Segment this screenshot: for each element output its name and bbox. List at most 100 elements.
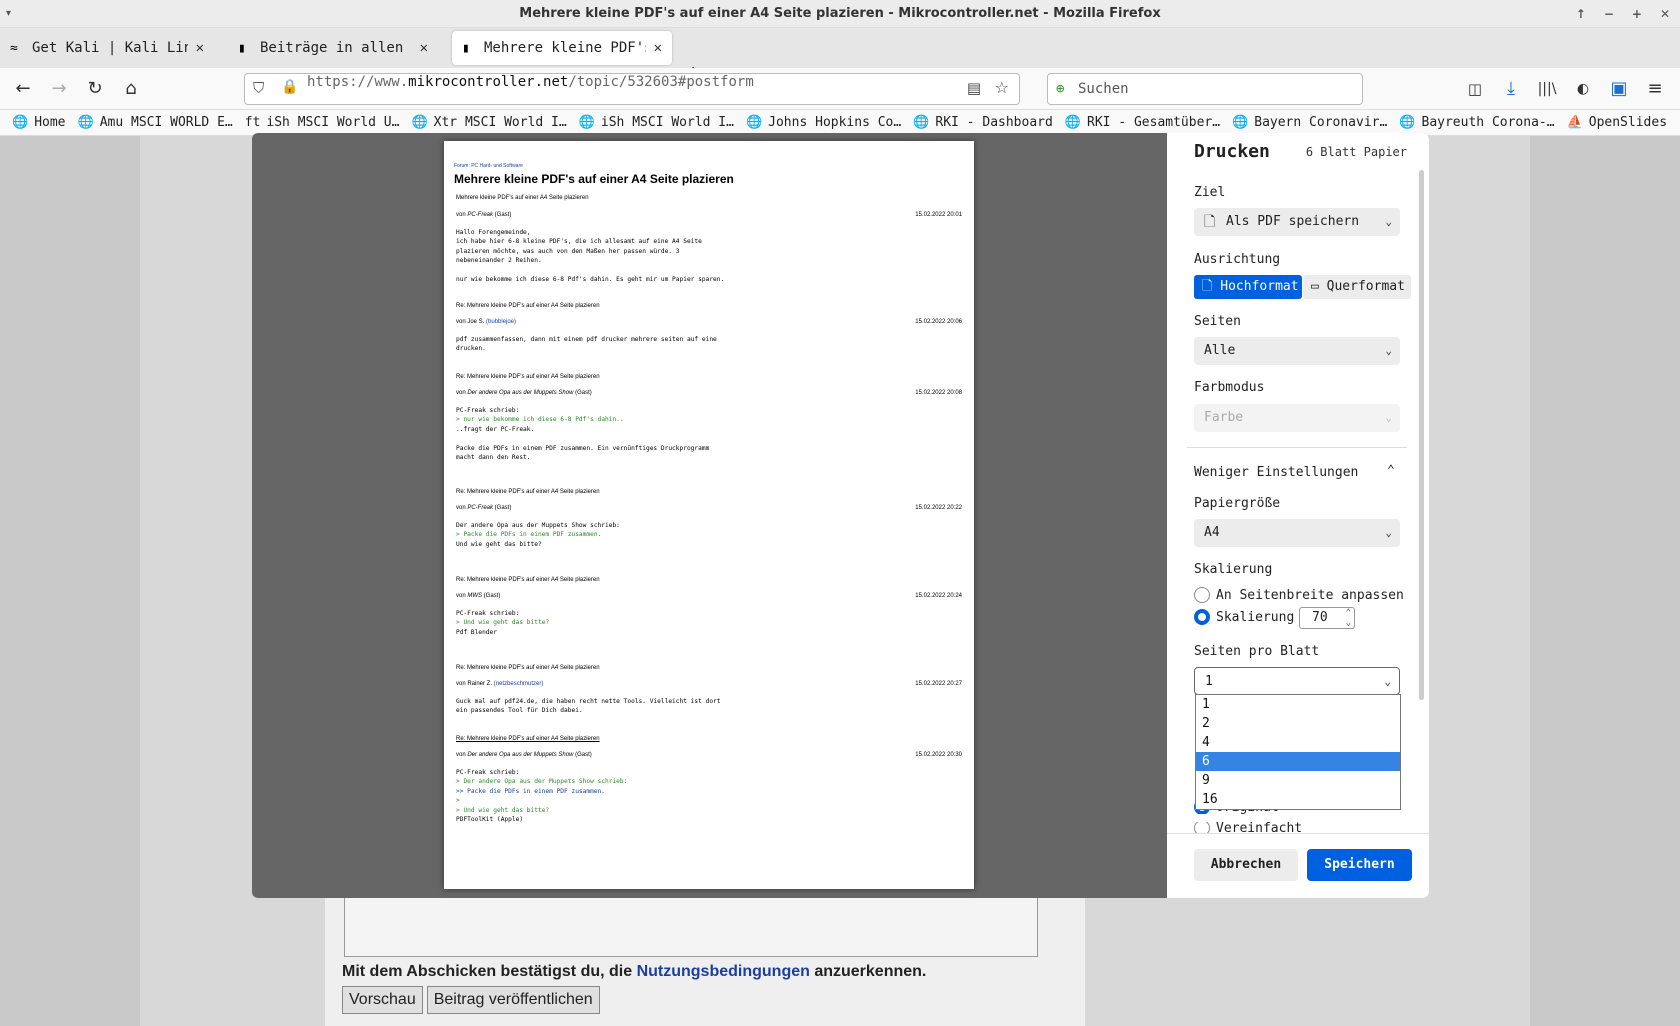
bookmark-item[interactable]: ⛵ OpenSlides (1567, 115, 1667, 130)
reader-view-icon[interactable]: ▤ (967, 79, 981, 97)
pages-per-sheet-dropdown[interactable]: 1 2 4 6 9 16 (1195, 694, 1401, 810)
page-icon: ▮ (238, 40, 246, 56)
color-mode-select[interactable]: Farbe ⌄ (1194, 404, 1400, 432)
bookmark-label: OpenSlides (1588, 115, 1668, 130)
home-icon[interactable]: ⌂ (118, 76, 144, 102)
globe-icon: 🌐 (1399, 115, 1416, 130)
bookmark-item[interactable]: 🌐 iSh MSCI World I… (579, 115, 734, 130)
close-tab-icon[interactable]: ✕ (196, 40, 204, 56)
sync-icon[interactable]: ▣ (1606, 76, 1632, 102)
custom-scale-radio[interactable]: Skalierung (1194, 609, 1294, 625)
downloads-icon[interactable]: ⤓ (1498, 76, 1524, 102)
tab-forum-posts[interactable]: ▮ Beiträge in allen Foren ✕ (228, 31, 438, 65)
divider (1187, 447, 1407, 448)
preview-post: Re: Mehrere kleine PDF's auf einer A4 Se… (456, 374, 962, 462)
tab-label: Mehrere kleine PDF's auf e (484, 40, 646, 56)
close-window-icon[interactable]: ✕ (1660, 0, 1670, 28)
pocket-icon[interactable]: ◫ (1462, 76, 1488, 102)
bookmark-item[interactable]: 🌐 Xtr MSCI World I… (411, 115, 566, 130)
bookmark-item[interactable]: ft iSh MSCI World U… (245, 115, 400, 130)
globe-icon: 🌐 (578, 115, 595, 130)
back-icon[interactable]: ← (10, 76, 36, 102)
paper-size-select[interactable]: A4 ⌄ (1194, 519, 1400, 547)
reload-icon[interactable]: ↻ (82, 76, 108, 102)
globe-icon: 🌐 (12, 115, 29, 130)
close-tab-icon[interactable]: ✕ (420, 40, 428, 56)
bookmark-item[interactable]: 🌐 RKI - Gesamtüber… (1065, 115, 1220, 130)
window-menu-icon[interactable]: ▾ (6, 0, 11, 28)
landscape-button[interactable]: ▭ Querformat (1303, 275, 1411, 299)
bookmark-item[interactable]: 🌐 RKI - Dashboard (913, 115, 1053, 130)
publish-button[interactable]: Beitrag veröffentlichen (426, 986, 600, 1014)
panel-scrollbar[interactable] (1419, 170, 1424, 700)
url-text[interactable]: https://www.mikrocontroller.net/topic/53… (307, 74, 754, 90)
destination-select[interactable]: 🗋 Als PDF speichern ⌄ (1194, 208, 1400, 236)
dropdown-option[interactable]: 1 (1196, 695, 1400, 714)
navigation-bar: ← → ↻ ⌂ ⛉ 🔒 https://www.mikrocontroller.… (0, 68, 1680, 110)
bookmark-item[interactable]: 🌐 Bayern Coronavir… (1232, 115, 1387, 130)
fit-width-radio[interactable]: An Seitenbreite anpassen (1194, 587, 1404, 603)
paper-size-label: Papiergröße (1194, 496, 1281, 511)
destination-label: Ziel (1194, 185, 1226, 200)
print-preview-page: Forum: PC Hard- und Software Mehrere kle… (444, 141, 974, 889)
save-button[interactable]: Speichern (1307, 849, 1412, 881)
extension-icon[interactable]: ◐ (1570, 76, 1596, 102)
dropdown-option[interactable]: 4 (1196, 733, 1400, 752)
pages-per-sheet-select[interactable]: 1 ⌄ (1194, 667, 1400, 695)
forward-icon[interactable]: → (46, 76, 72, 102)
dropdown-option[interactable]: 2 (1196, 714, 1400, 733)
bookmark-item[interactable]: 🌐 Amu MSCI WORLD E… (78, 115, 233, 130)
portrait-icon: 🗋 (1202, 279, 1213, 294)
tab-label: Get Kali | Kali Linux (32, 40, 188, 56)
sheet-count: 6 Blatt Papier (1305, 145, 1407, 159)
scale-input[interactable]: 70 ⌃ ⌄ (1299, 607, 1355, 629)
dropdown-option[interactable]: 9 (1196, 771, 1400, 790)
search-input[interactable]: ⊕ Suchen (1047, 73, 1363, 105)
restore-icon[interactable]: + (1632, 0, 1642, 28)
chevron-down-icon: ⌄ (1385, 344, 1392, 357)
landscape-label: Querformat (1326, 279, 1405, 294)
dropdown-option[interactable]: 6 (1196, 752, 1400, 771)
bookmark-item[interactable]: 🌐 Home (12, 115, 66, 130)
bookmark-label: iSh MSCI World U… (266, 115, 400, 130)
library-icon[interactable]: |||\ (1534, 76, 1560, 102)
spinner-icon[interactable]: ⌃ ⌄ (1346, 608, 1351, 628)
tab-kali[interactable]: ≈ Get Kali | Kali Linux ✕ (0, 31, 214, 65)
terms-link[interactable]: Nutzungsbedingungen (637, 963, 810, 980)
chevron-up-icon[interactable]: ⌃ (1387, 463, 1395, 478)
bookmark-label: Johns Hopkins Co… (768, 115, 902, 130)
url-bar[interactable]: ⛉ 🔒 https://www.mikrocontroller.net/topi… (244, 73, 1020, 105)
close-tab-icon[interactable]: ✕ (654, 40, 662, 56)
preview-title: Mehrere kleine PDF's auf einer A4 Seite … (454, 172, 734, 186)
cancel-button[interactable]: Abbrechen (1194, 849, 1298, 881)
bookmark-star-icon[interactable]: ☆ (995, 78, 1009, 97)
post-textarea[interactable] (344, 895, 1038, 957)
bookmark-label: Bayreuth Corona-… (1421, 115, 1555, 130)
bookmark-label: iSh MSCI World I… (600, 115, 734, 130)
lock-icon[interactable]: 🔒 (281, 79, 298, 95)
preview-post: Re: Mehrere kleine PDF's auf einer A4 Se… (456, 577, 962, 636)
minimize-icon[interactable]: ↑ (1576, 0, 1586, 28)
pages-select[interactable]: Alle ⌄ (1194, 337, 1400, 365)
less-settings-toggle[interactable]: Weniger Einstellungen (1194, 465, 1358, 480)
paper-size-value: A4 (1204, 525, 1220, 540)
preview-forum: Forum: PC Hard- und Software (454, 163, 523, 169)
globe-icon: 🌐 (913, 115, 930, 130)
pages-per-sheet-label: Seiten pro Blatt (1194, 644, 1320, 659)
portrait-button[interactable]: 🗋 Hochformat (1194, 275, 1302, 299)
portrait-label: Hochformat (1220, 279, 1299, 294)
shield-icon[interactable]: ⛉ (253, 79, 264, 97)
document-icon: 🗋 (1204, 214, 1216, 230)
bookmark-item[interactable]: 🌐 Johns Hopkins Co… (746, 115, 901, 130)
globe-icon: 🌐 (745, 115, 763, 130)
tab-active[interactable]: ▮ Mehrere kleine PDF's auf e ✕ (452, 31, 672, 65)
globe-icon: 🌐 (1064, 115, 1081, 130)
title-bar: ▾ Mehrere kleine PDF's auf einer A4 Seit… (0, 0, 1680, 28)
maximize-icon[interactable]: − (1604, 0, 1614, 28)
pages-label: Seiten (1194, 314, 1241, 329)
bookmark-item[interactable]: 🌐 Bayreuth Corona-… (1399, 115, 1554, 130)
preview-button[interactable]: Vorschau (342, 986, 423, 1014)
menu-icon[interactable]: ≡ (1642, 76, 1668, 102)
globe-icon: 🌐 (411, 115, 428, 130)
dropdown-option[interactable]: 16 (1196, 790, 1400, 809)
